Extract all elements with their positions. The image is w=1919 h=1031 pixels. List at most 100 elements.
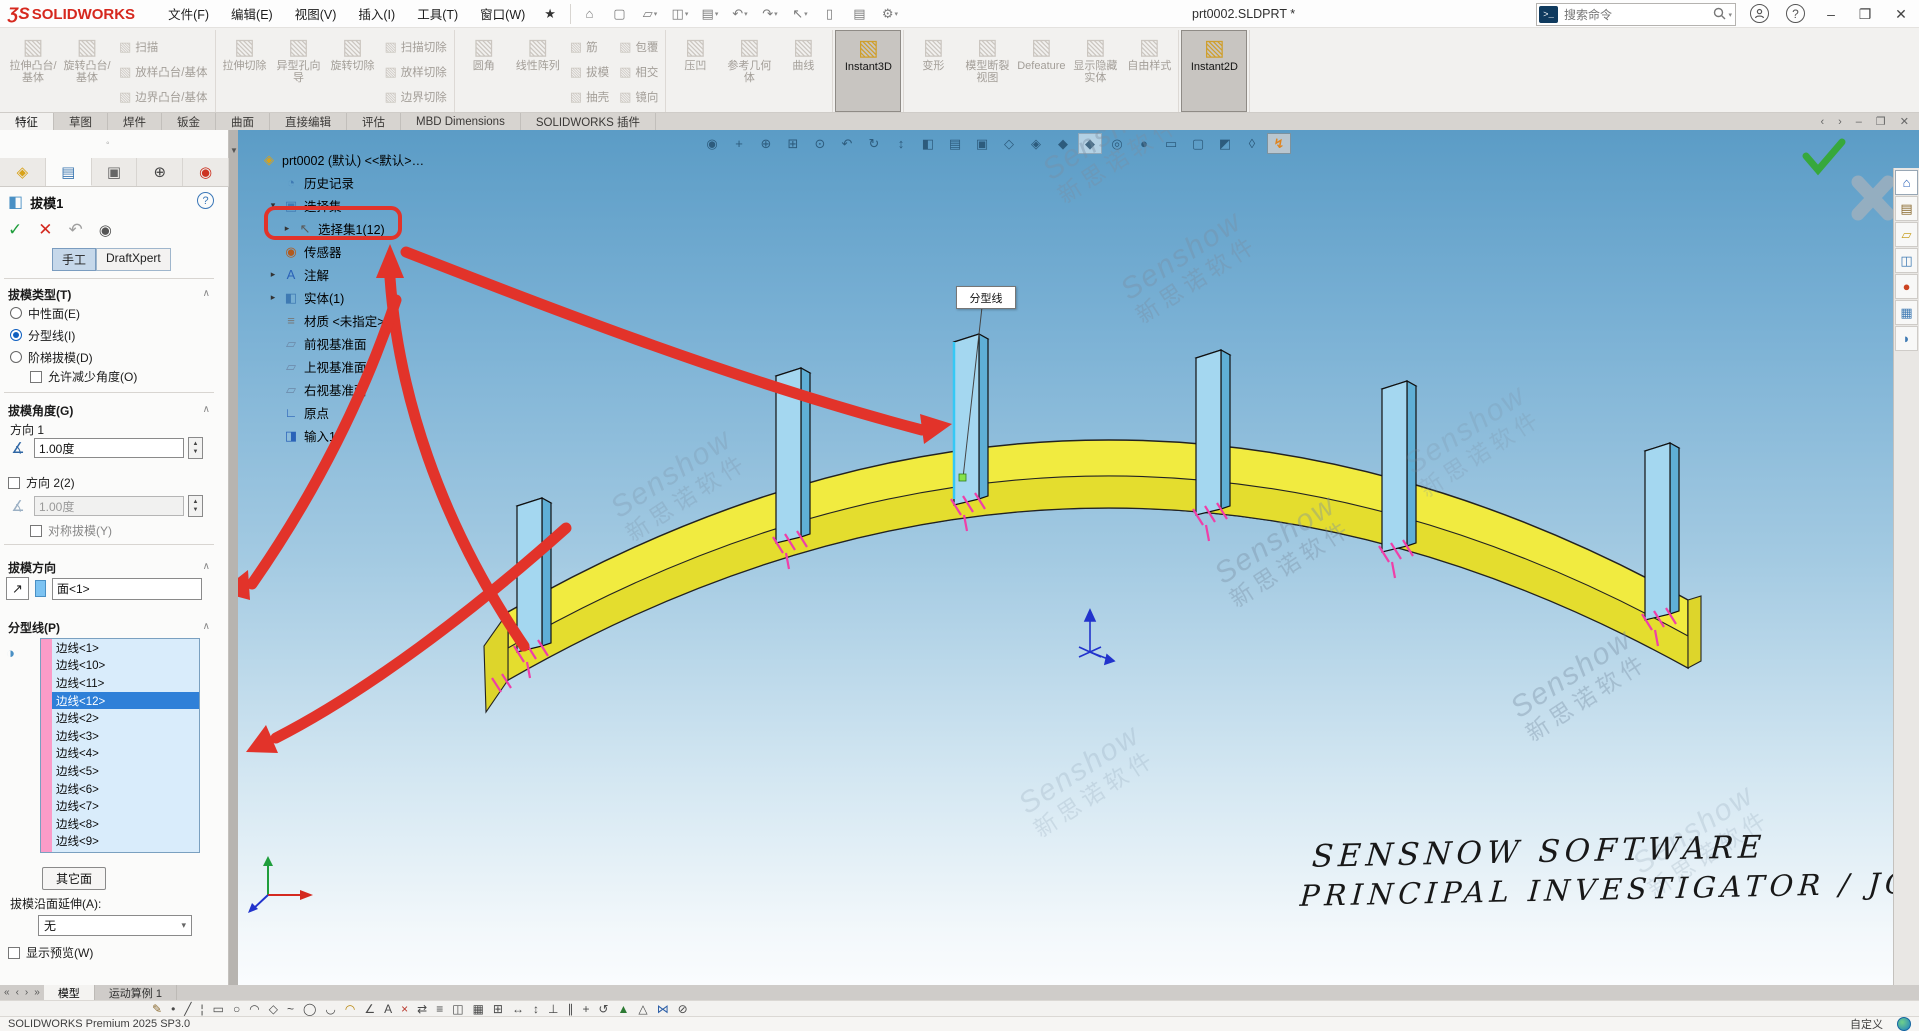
polygon-icon[interactable]: ◇ bbox=[269, 1003, 278, 1015]
motion-study-tab[interactable]: 运动算例 1 bbox=[95, 985, 177, 1000]
reverse-direction-icon[interactable]: ↗ bbox=[6, 577, 29, 600]
new-document-icon[interactable]: ▢ bbox=[607, 3, 633, 25]
home-icon[interactable]: ⌂ bbox=[577, 3, 603, 25]
help-icon[interactable]: ? bbox=[1786, 4, 1805, 23]
menu-insert[interactable]: 插入(I) bbox=[347, 0, 406, 27]
parting-line-edge-item[interactable]: 边线<4> bbox=[52, 745, 199, 763]
intersect-button[interactable]: ▧相交 bbox=[614, 59, 663, 84]
parting-line-edge-item[interactable]: 边线<11> bbox=[52, 674, 199, 692]
freestyle-button[interactable]: ▧自由样式 bbox=[1122, 30, 1176, 112]
linear-pattern-button[interactable]: ▧线性阵列 bbox=[511, 30, 565, 112]
property-manager-tab[interactable]: ▤ bbox=[46, 158, 92, 186]
circle-icon[interactable]: ○ bbox=[233, 1003, 240, 1015]
revolved-boss-base-button[interactable]: ▧旋转凸台/基体 bbox=[60, 30, 114, 112]
split-entities-icon[interactable]: △ bbox=[638, 1003, 647, 1015]
allow-reduced-angle-checkbox[interactable]: 允许减少角度(O) bbox=[30, 368, 137, 385]
open-icon[interactable]: ▱▾ bbox=[637, 3, 663, 25]
angle2-input[interactable] bbox=[34, 496, 184, 516]
tab-sheet-metal[interactable]: 钣金 bbox=[162, 113, 216, 130]
chamfer-icon[interactable]: ∠ bbox=[364, 1003, 375, 1015]
ellipse-icon[interactable]: ◯ bbox=[303, 1003, 316, 1015]
swept-boss-base-button[interactable]: ▧扫描 bbox=[114, 34, 213, 59]
view-selector-icon[interactable]: ▤ bbox=[943, 133, 967, 154]
exit-sketch-icon[interactable]: ✎ bbox=[152, 1003, 162, 1015]
restore-button[interactable]: ❐ bbox=[1852, 2, 1878, 26]
hole-wizard-button[interactable]: ▧异型孔向导 bbox=[272, 30, 326, 112]
section-view-icon[interactable]: ◧ bbox=[916, 133, 940, 154]
angle2-spinner[interactable]: ▲▼ bbox=[188, 495, 203, 517]
parting-line-edge-item[interactable]: 边线<10> bbox=[52, 657, 199, 675]
tab-evaluate[interactable]: 评估 bbox=[347, 113, 401, 130]
rotate-view-icon[interactable]: ↻ bbox=[862, 133, 886, 154]
radio-icon[interactable] bbox=[10, 307, 22, 319]
menu-edit[interactable]: 编辑(E) bbox=[220, 0, 284, 27]
model-break-view-button[interactable]: ▧模型断裂视图 bbox=[960, 30, 1014, 112]
select-icon[interactable]: ↖▾ bbox=[787, 3, 813, 25]
parting-line-edge-item[interactable]: 边线<12> bbox=[52, 692, 199, 710]
pan-icon[interactable]: + bbox=[727, 133, 751, 154]
arc-icon[interactable]: ◠ bbox=[249, 1003, 259, 1015]
zoom-area-icon[interactable]: ⊞ bbox=[781, 133, 805, 154]
parting-lines-section-header[interactable]: 分型线(P) bbox=[8, 619, 60, 636]
checkbox-icon[interactable] bbox=[8, 947, 20, 959]
hide-show-items-icon[interactable]: ◎ bbox=[1105, 133, 1129, 154]
tree-expand-icon[interactable]: ▸ bbox=[268, 292, 278, 303]
smart-dimension-icon[interactable]: ↔ bbox=[512, 1003, 524, 1015]
corner-rectangle-icon[interactable]: ▭ bbox=[213, 1003, 224, 1015]
defeature-button[interactable]: ▧Defeature bbox=[1014, 30, 1068, 112]
spline-icon[interactable]: ~ bbox=[287, 1003, 294, 1015]
linear-sketch-pattern-icon[interactable]: ▦ bbox=[473, 1003, 484, 1015]
view-orientation-icon[interactable]: ▣ bbox=[970, 133, 994, 154]
parting-lines-listbox[interactable]: 边线<1>边线<10>边线<11>边线<12>边线<2>边线<3>边线<4>边线… bbox=[40, 638, 200, 853]
redo-icon[interactable]: ↷▾ bbox=[757, 3, 783, 25]
perspective-icon[interactable]: ◊ bbox=[1240, 133, 1264, 154]
parting-line-edge-item[interactable]: 边线<5> bbox=[52, 762, 199, 780]
mirror-button[interactable]: ▧镜向 bbox=[614, 84, 663, 109]
extruded-boss-base-button[interactable]: ▧拉伸凸台/基体 bbox=[6, 30, 60, 112]
scroll-tabs-left-icon[interactable]: ‹ bbox=[1814, 116, 1830, 128]
file-explorer-icon[interactable]: ▱ bbox=[1895, 222, 1918, 247]
panel-splitter[interactable]: ▼ bbox=[229, 130, 238, 985]
tree-item-annotations[interactable]: ▸ A 注解 bbox=[246, 263, 476, 286]
save-icon[interactable]: ◫▾ bbox=[667, 3, 693, 25]
tab-features[interactable]: 特征 bbox=[0, 113, 54, 130]
tree-item-selection-set1[interactable]: ▸ ↖ 选择集1(12) bbox=[246, 217, 476, 240]
tree-item-imported1[interactable]: ◨ 输入1 bbox=[246, 424, 476, 447]
roll-view-icon[interactable]: ↕ bbox=[889, 133, 913, 154]
command-search[interactable]: >_ ▾ bbox=[1536, 3, 1736, 26]
angle1-input[interactable] bbox=[34, 438, 184, 458]
angle1-spinner[interactable]: ▲▼ bbox=[188, 437, 203, 459]
previous-view-icon[interactable]: ↶ bbox=[835, 133, 859, 154]
collapse-chevron-icon[interactable]: ∧ bbox=[203, 621, 210, 632]
construction-geometry-icon[interactable]: ⊘ bbox=[678, 1003, 688, 1015]
search-dropdown-icon[interactable]: ▾ bbox=[1728, 11, 1735, 19]
tree-item-part[interactable]: ◈ prt0002 (默认) <<默认>… bbox=[246, 148, 476, 171]
draft-type-section-header[interactable]: 拔模类型(T) bbox=[8, 286, 71, 303]
forum-icon[interactable]: ◗ bbox=[1895, 326, 1918, 351]
model-tab[interactable]: 模型 bbox=[44, 985, 95, 1000]
trim-entities-icon[interactable]: × bbox=[401, 1003, 408, 1015]
direction2-checkbox[interactable]: 方向 2(2) bbox=[8, 474, 75, 491]
selection-filter-icon[interactable]: ▯ bbox=[817, 3, 843, 25]
shadows-icon[interactable]: ◩ bbox=[1213, 133, 1237, 154]
collapse-chevron-icon[interactable]: ∧ bbox=[203, 288, 210, 299]
collapse-chevron-icon[interactable]: ∧ bbox=[203, 404, 210, 415]
cancel-button[interactable]: ✕ bbox=[38, 220, 52, 240]
display-hidden-lines-icon[interactable]: ◈ bbox=[1024, 133, 1048, 154]
radio-icon[interactable] bbox=[10, 329, 22, 341]
flex-button[interactable]: ▧变形 bbox=[906, 30, 960, 112]
feature-manager-tab[interactable]: ◈ bbox=[0, 158, 46, 186]
tree-item-origin[interactable]: ∟ 原点 bbox=[246, 401, 476, 424]
indent-button[interactable]: ▧压凹 bbox=[668, 30, 722, 112]
draft-button[interactable]: ▧拔模 bbox=[565, 59, 614, 84]
direction-face-input[interactable]: 面<1> bbox=[52, 578, 202, 600]
wrap-button[interactable]: ▧包覆 bbox=[614, 34, 663, 59]
text-icon[interactable]: A bbox=[384, 1003, 392, 1015]
user-account-icon[interactable] bbox=[1750, 4, 1769, 23]
rib-button[interactable]: ▧筋 bbox=[565, 34, 614, 59]
customize-link[interactable]: 自定义 bbox=[1850, 1016, 1883, 1031]
instant3d-button[interactable]: ▧Instant3D bbox=[835, 30, 901, 112]
doc-restore-button[interactable]: ❐ bbox=[1870, 115, 1892, 128]
minimize-button[interactable]: – bbox=[1818, 2, 1844, 26]
home-icon[interactable]: ⌂ bbox=[1895, 170, 1918, 195]
